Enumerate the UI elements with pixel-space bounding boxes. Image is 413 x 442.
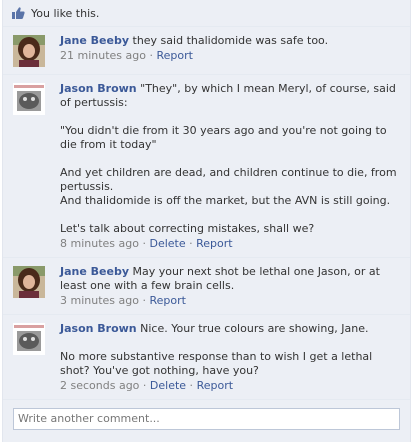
comment-meta: 21 minutes ago · Report xyxy=(60,49,193,62)
comment-timestamp: 21 minutes ago xyxy=(60,49,146,62)
write-comment-area: Write another comment... xyxy=(3,400,410,436)
comment-timestamp: 8 minutes ago xyxy=(60,237,139,250)
comment-text: Let's talk about correcting mistakes, sh… xyxy=(60,222,315,235)
comment-text: they said thalidomide was safe too. xyxy=(132,34,329,47)
comment-timestamp: 2 seconds ago xyxy=(60,379,140,392)
avatar-jason-brown[interactable] xyxy=(13,323,45,355)
comment-text: Nice. Your true colours are showing, Jan… xyxy=(140,322,369,335)
comment-author[interactable]: Jane Beeby xyxy=(60,34,129,47)
comment-author[interactable]: Jane Beeby xyxy=(60,265,129,278)
comments-panel: You like this. Jane Beeby they said thal… xyxy=(2,0,411,442)
comment-text: "You didn't die from it 30 years ago and… xyxy=(60,124,387,151)
like-bar: You like this. xyxy=(3,0,410,27)
like-status-text: You like this. xyxy=(31,6,100,20)
comment-author[interactable]: Jason Brown xyxy=(60,322,137,335)
comment-input[interactable]: Write another comment... xyxy=(13,408,400,430)
comment-text: And yet children are dead, and children … xyxy=(60,166,397,193)
comment-author[interactable]: Jason Brown xyxy=(60,82,137,95)
comment-input-placeholder: Write another comment... xyxy=(18,412,160,425)
comment-text: No more substantive response than to wis… xyxy=(60,350,373,377)
comment-meta: 2 seconds ago · Delete · Report xyxy=(60,379,234,392)
comment-text: And thalidomide is off the market, but t… xyxy=(60,194,391,207)
comment-item: Jason Brown Nice. Your true colours are … xyxy=(3,315,410,400)
report-link[interactable]: Report xyxy=(156,49,192,62)
comment-meta: 3 minutes ago · Report xyxy=(60,294,186,307)
delete-link[interactable]: Delete xyxy=(150,379,186,392)
comment-item: Jane Beeby May your next shot be lethal … xyxy=(3,258,410,315)
report-link[interactable]: Report xyxy=(196,237,232,250)
avatar-jane-beeby[interactable] xyxy=(13,35,45,67)
comment-timestamp: 3 minutes ago xyxy=(60,294,139,307)
thumbs-up-icon[interactable] xyxy=(11,6,25,20)
comment-item: Jane Beeby they said thalidomide was saf… xyxy=(3,27,410,75)
report-link[interactable]: Report xyxy=(149,294,185,307)
avatar-jane-beeby[interactable] xyxy=(13,266,45,298)
comment-item: Jason Brown "They", by which I mean Mery… xyxy=(3,75,410,258)
comment-meta: 8 minutes ago · Delete · Report xyxy=(60,237,233,250)
delete-link[interactable]: Delete xyxy=(149,237,185,250)
avatar-jason-brown[interactable] xyxy=(13,83,45,115)
report-link[interactable]: Report xyxy=(197,379,233,392)
